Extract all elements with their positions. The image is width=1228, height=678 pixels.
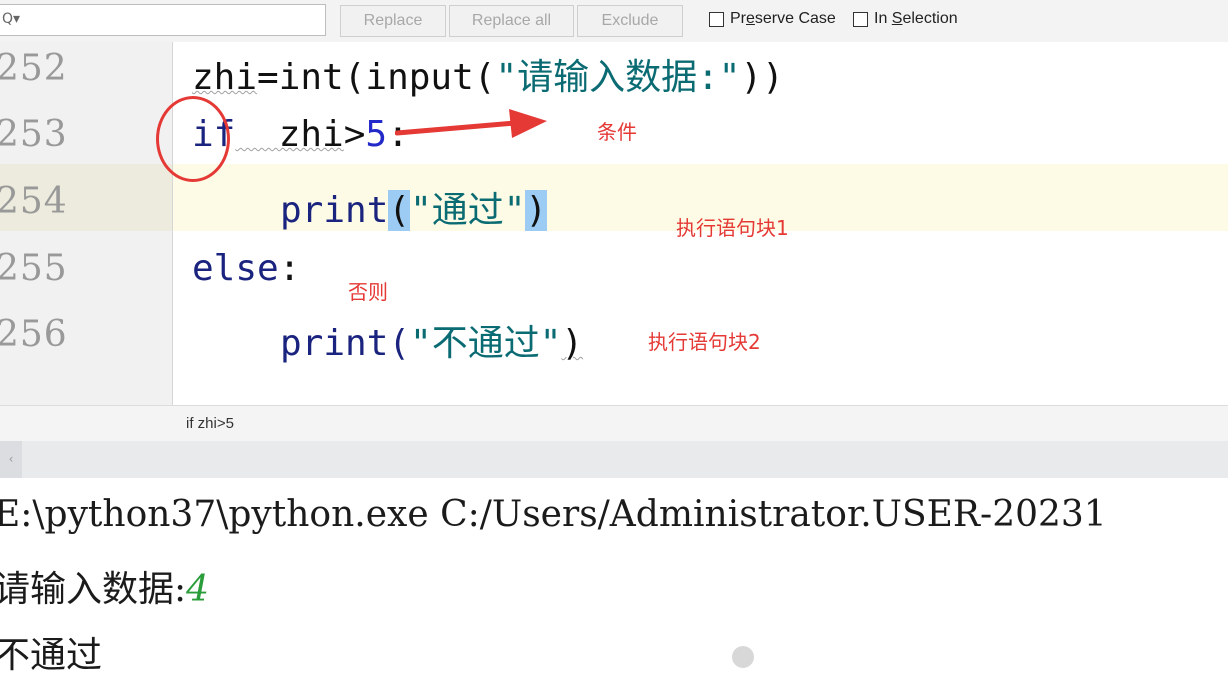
replace-button[interactable]: Replace — [340, 5, 446, 37]
line-number: 253 — [0, 114, 68, 155]
line-number: 252 — [0, 48, 68, 89]
console-prompt: 请输入数据: — [0, 569, 187, 610]
preserve-case-checkbox[interactable]: Preserve Case — [709, 10, 836, 28]
scroll-left-icon[interactable]: ‹ — [0, 441, 22, 478]
annotation-circle — [156, 96, 230, 182]
horizontal-scrollbar[interactable]: ‹ — [0, 441, 1228, 478]
annotation-block2: 执行语句块2 — [648, 330, 761, 354]
console-prompt-line: 请输入数据:4 — [0, 560, 209, 612]
search-input[interactable] — [21, 9, 320, 33]
checkbox-box[interactable] — [853, 11, 868, 27]
search-box[interactable]: Q▾ — [0, 4, 326, 36]
run-console: E:\python37\python.exe C:/Users/Administ… — [0, 478, 1228, 676]
in-selection-label: In Selection — [874, 10, 958, 27]
code-line-256[interactable]: print("不通过") — [280, 314, 583, 366]
code-editor[interactable]: 252 253 254 255 256 zhi=int(input("请输入数据… — [0, 42, 1228, 405]
line-number: 256 — [0, 314, 68, 355]
annotation-arrow-icon — [395, 109, 547, 138]
console-command: E:\python37\python.exe C:/Users/Administ… — [0, 494, 1107, 535]
replace-all-button[interactable]: Replace all — [449, 5, 574, 37]
in-selection-checkbox[interactable]: In Selection — [853, 10, 958, 28]
line-number: 255 — [0, 248, 68, 289]
annotation-condition: 条件 — [597, 120, 637, 144]
console-output: 不通过 — [0, 635, 103, 676]
search-icon[interactable]: Q▾ — [2, 11, 20, 27]
watermark-icon — [732, 646, 754, 668]
line-number: 254 — [0, 181, 68, 222]
console-input-value: 4 — [186, 569, 210, 610]
code-line-252[interactable]: zhi=int(input("请输入数据:")) — [192, 48, 784, 100]
preserve-case-label: Preserve Case — [730, 10, 836, 27]
breadcrumb: if zhi>5 — [0, 405, 1228, 443]
code-line-255[interactable]: else: — [192, 248, 300, 289]
breadcrumb-item[interactable]: if zhi>5 — [186, 415, 234, 432]
checkbox-box[interactable] — [709, 11, 724, 27]
annotation-else: 否则 — [348, 280, 388, 304]
find-replace-bar: Q▾ Replace Replace all Exclude Preserve … — [0, 0, 1228, 43]
exclude-button[interactable]: Exclude — [577, 5, 683, 37]
annotation-block1: 执行语句块1 — [676, 216, 789, 240]
code-line-254[interactable]: print("通过") — [280, 181, 548, 233]
